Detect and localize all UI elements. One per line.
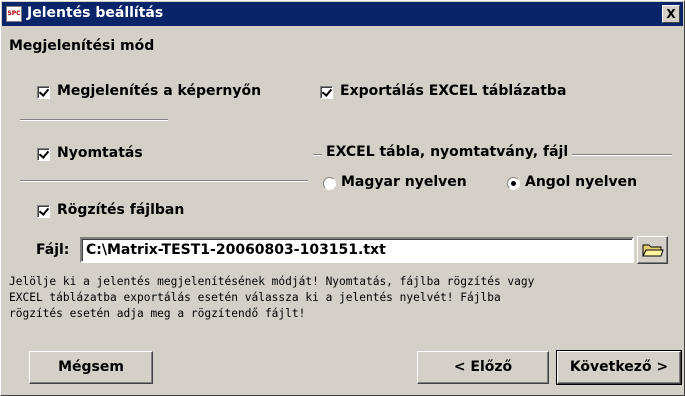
file-path-input[interactable]: C:\Matrix-TEST1-20060803-103151.txt (80, 237, 634, 263)
excel-export-checkbox[interactable] (320, 86, 333, 99)
screen-checkbox-label[interactable]: Megjelenítés a képernyőn (57, 83, 261, 99)
print-checkbox[interactable] (37, 148, 50, 161)
screen-checkbox[interactable] (37, 86, 50, 99)
radio-hungarian-label[interactable]: Magyar nyelven (341, 174, 467, 190)
radio-hungarian[interactable] (323, 177, 336, 190)
title-bar[interactable]: SPC Jelentés beállítás X (2, 2, 683, 26)
separator (20, 119, 168, 121)
print-checkbox-label[interactable]: Nyomtatás (57, 145, 143, 161)
excel-export-checkbox-label[interactable]: Exportálás EXCEL táblázatba (340, 83, 566, 99)
display-mode-heading: Megjelenítési mód (9, 38, 155, 54)
next-button[interactable]: Következő > (556, 350, 682, 385)
app-icon: SPC (6, 6, 22, 22)
help-text: Jelölje ki a jelentés megjelenítésének m… (9, 275, 535, 320)
window-title: Jelentés beállítás (27, 5, 164, 21)
cancel-button[interactable]: Mégsem (29, 351, 153, 384)
language-group-title: EXCEL tábla, nyomtatvány, fájl (322, 144, 573, 160)
folder-icon (642, 244, 664, 257)
file-checkbox[interactable] (37, 205, 50, 218)
browse-button[interactable] (637, 236, 668, 264)
separator (20, 180, 308, 182)
radio-english[interactable] (507, 177, 520, 190)
close-button[interactable]: X (662, 5, 680, 23)
file-checkbox-label[interactable]: Rögzítés fájlban (57, 202, 184, 218)
radio-english-label[interactable]: Angol nyelven (525, 174, 637, 190)
file-label: Fájl: (36, 242, 70, 258)
previous-button[interactable]: < Előző (417, 351, 549, 384)
